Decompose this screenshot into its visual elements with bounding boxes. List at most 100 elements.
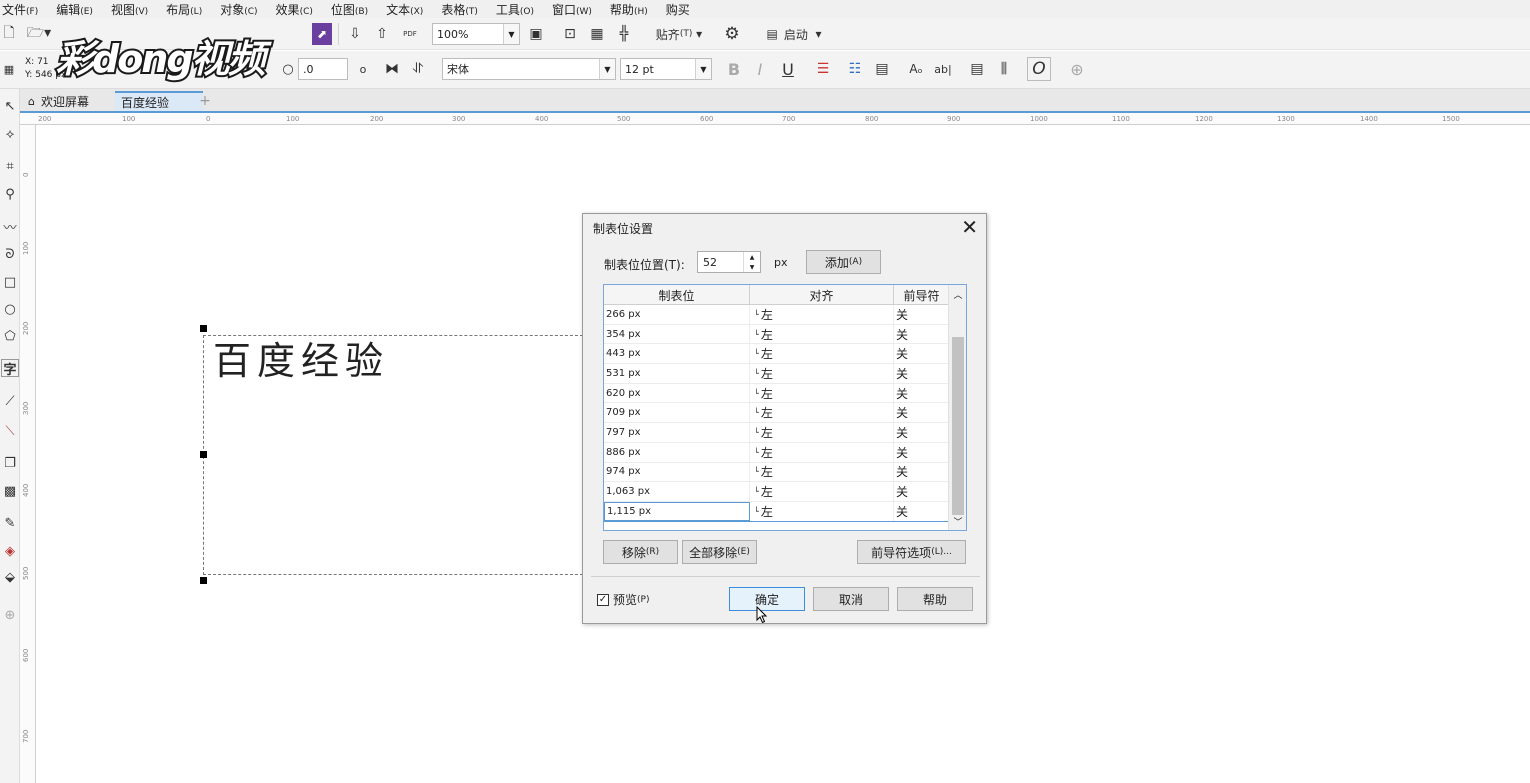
selection-handle[interactable] [200,451,207,458]
leader-cell[interactable]: 关 [894,443,949,462]
rectangle-tool-icon[interactable]: □ [1,273,19,291]
add-button[interactable]: 添加 (A) [806,250,881,274]
transparency-icon[interactable]: ▩ [1,482,19,500]
tab-position-cell[interactable]: 354 px [604,324,750,344]
menu-item[interactable]: 窗口(W) [552,1,592,18]
tab-position-input[interactable]: 52 ▲ ▼ [697,251,761,273]
full-screen-icon[interactable]: ▣ [526,24,546,44]
ellipse-tool-icon[interactable]: ○ [1,300,19,318]
export-pdf-icon[interactable]: PDF [399,24,421,44]
add-icon[interactable]: ⊕ [1067,59,1087,79]
scroll-down-icon[interactable]: ﹀ [951,514,965,528]
table-row[interactable]: 266 px └ 左关 [604,305,949,325]
table-row[interactable]: 709 px └ 左关 [604,403,949,424]
tab-position-cell[interactable]: 443 px [604,344,750,364]
vertical-ruler[interactable]: 0 100 200 300 400 500 600 700 [20,125,36,783]
spin-down-icon[interactable]: ▼ [743,262,760,272]
smart-fill-icon[interactable]: ⬙ [1,568,19,586]
menu-item[interactable]: 文件(F) [2,1,38,18]
alignment-cell[interactable]: └ 左 [750,344,894,364]
parallel-dimension-icon[interactable]: ⟋ [1,392,19,410]
export-icon[interactable]: ⇧ [373,24,391,44]
leader-cell[interactable]: 关 [894,384,949,403]
table-row[interactable]: 354 px └ 左关 [604,324,949,345]
menu-item[interactable]: 帮助(H) [610,1,648,18]
rotation-angle-input[interactable]: .0 [298,58,348,80]
alignment-cell[interactable]: └ 左 [750,364,894,383]
column-header-tab[interactable]: 制表位 [604,285,750,305]
close-icon[interactable]: ✕ [961,215,978,239]
mirror-horizontal-icon[interactable]: ⧓ [382,59,402,79]
text-tool-icon[interactable]: 字 [1,359,19,378]
open-icon[interactable]: 🗁▾ [24,24,54,44]
table-row[interactable]: 620 px └ 左关 [604,383,949,404]
canvas-text[interactable]: 百度经验 [213,330,389,385]
selection-handle[interactable] [200,577,207,584]
chevron-down-icon[interactable]: ▼ [695,59,711,79]
menu-item[interactable]: 购买 [666,1,690,18]
menu-item[interactable]: 表格(T) [441,1,478,18]
zoom-level-select[interactable]: 100% ▼ [432,23,520,45]
table-row[interactable]: 443 px └ 左关 [604,344,949,365]
edit-text-icon[interactable]: ab| [932,59,954,79]
leader-cell[interactable]: 关 [894,482,949,501]
font-size-select[interactable]: 12 pt ▼ [620,58,712,80]
menu-item[interactable]: 位图(B) [331,1,368,18]
horizontal-ruler[interactable]: 200 100 0 100 200 300 400 500 600 700 800 900 1000 11… [20,111,1530,125]
zoom-tool-icon[interactable]: ⚲ [1,185,19,203]
x-value[interactable]: 71 [37,57,48,67]
crop-tool-icon[interactable]: ⌗ [1,157,19,175]
snap-to-dropdown[interactable]: 贴齐 (T) ▾ [648,24,710,44]
add-tool-icon[interactable]: ⊕ [1,606,19,624]
tab-position-cell[interactable]: 797 px [604,423,750,442]
bold-icon[interactable]: B [724,59,744,79]
add-tab-icon[interactable]: + [196,91,214,111]
table-row[interactable]: 974 px └ 左关 [604,462,949,483]
tab-position-cell[interactable]: 709 px [604,403,750,423]
show-rulers-icon[interactable]: ⊡ [560,24,580,44]
alignment-cell[interactable]: └ 左 [750,442,894,462]
menu-item[interactable]: 文本(X) [386,1,423,18]
tab-position-cell[interactable]: 531 px [604,364,750,383]
underline-icon[interactable]: U [778,59,798,79]
table-row[interactable]: 1,115 px └ 左关 [604,501,949,522]
leader-cell[interactable]: 关 [894,305,949,324]
gear-icon[interactable]: ⚙ [721,23,743,45]
tab-document[interactable]: 百度经验 [115,91,203,111]
horizontal-text-icon[interactable]: ▤ [966,59,988,79]
checkbox-check-icon[interactable]: ✓ [597,593,609,606]
vertical-text-icon[interactable]: ⫼ [993,59,1015,79]
table-row[interactable]: 886 px └ 左关 [604,442,949,463]
new-document-icon[interactable]: 🗋 [0,24,18,44]
help-button[interactable]: 帮助 [897,587,973,611]
alignment-cell[interactable]: └ 左 [750,462,894,482]
shape-tool-icon[interactable]: ⟡ [1,125,19,143]
table-row[interactable]: 797 px └ 左关 [604,423,949,443]
alignment-cell[interactable]: └ 左 [750,383,894,403]
import-icon[interactable]: ⇩ [346,24,364,44]
tab-position-cell[interactable]: 620 px [604,383,750,403]
preview-checkbox[interactable]: ✓ 预览 (P) [597,591,649,608]
freehand-tool-icon[interactable]: 〰 [1,217,19,236]
alignment-cell[interactable]: └ 左 [750,305,894,324]
alignment-cell[interactable]: └ 左 [750,501,894,521]
menu-item[interactable]: 视图(V) [111,1,148,18]
menu-item[interactable]: 对象(C) [220,1,257,18]
italic-icon[interactable]: I [750,59,770,79]
table-row[interactable]: 531 px └ 左关 [604,364,949,384]
tab-position-cell[interactable]: 1,115 px [604,501,750,521]
chevron-down-icon[interactable]: ▼ [599,59,615,79]
artistic-media-icon[interactable]: ᘐ [1,245,19,263]
drop-cap-icon[interactable]: ▤ [872,59,892,79]
corel-connect-icon[interactable]: ⬈ [312,23,332,45]
object-origin-icon[interactable]: ▦ [0,59,18,79]
drop-shadow-icon[interactable]: ❐ [1,454,19,472]
connector-tool-icon[interactable]: ⟍ [1,422,19,440]
opentype-icon[interactable]: O [1027,57,1051,81]
remove-all-button[interactable]: 全部移除 (E) [682,540,757,564]
show-grid-icon[interactable]: ▦ [587,24,607,44]
table-scrollbar[interactable]: ︿ ﹀ [948,285,966,530]
alignment-cell[interactable]: └ 左 [750,482,894,501]
leader-cell[interactable]: 关 [894,463,949,482]
tab-position-cell[interactable]: 1,063 px [604,482,750,501]
